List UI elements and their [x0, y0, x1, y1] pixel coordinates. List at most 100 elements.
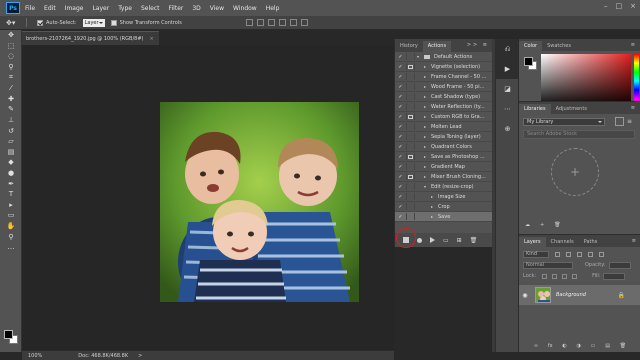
dialog-toggle[interactable] — [406, 133, 415, 140]
align-middle-icon[interactable] — [256, 19, 264, 26]
move-tool-preset-icon[interactable]: ✥▾ — [6, 18, 18, 28]
menu-view[interactable]: View — [210, 5, 224, 12]
cloud-sync-icon[interactable]: ☁ — [525, 222, 530, 228]
shape-tool-icon[interactable]: ▭ — [0, 210, 22, 221]
expand-arrow-icon[interactable]: ▸ — [424, 94, 431, 99]
hue-slider[interactable] — [634, 54, 639, 108]
menu-edit[interactable]: Edit — [44, 5, 56, 12]
dialog-toggle[interactable] — [406, 143, 415, 150]
delete-layer-icon[interactable]: 🗑 — [620, 343, 626, 349]
foreground-background-colors[interactable] — [4, 330, 18, 344]
lock-pixels-icon[interactable] — [552, 273, 558, 279]
action-toggle-check[interactable]: ✓ — [395, 154, 406, 160]
blend-mode-dropdown[interactable]: Normal — [523, 261, 573, 269]
filter-type-icon[interactable] — [577, 251, 582, 257]
history-panel-icon[interactable]: ⎌ — [496, 39, 519, 59]
expand-arrow-icon[interactable]: ▸ — [424, 144, 431, 149]
action-row[interactable]: ✓ ▸ Cast Shadow (type) — [395, 92, 492, 102]
expand-arrow-icon[interactable]: ▸ — [424, 154, 431, 159]
align-left-icon[interactable] — [278, 19, 286, 26]
filter-shape-icon[interactable] — [588, 251, 593, 257]
color-panel-menu-icon[interactable]: ≡ — [631, 42, 637, 48]
panel-foreground-swatch[interactable] — [524, 57, 533, 66]
expand-arrow-icon[interactable]: ▸ — [424, 174, 431, 179]
eraser-tool-icon[interactable]: ▱ — [0, 136, 22, 147]
tab-swatches[interactable]: Swatches — [542, 41, 576, 51]
menu-filter[interactable]: Filter — [169, 5, 184, 12]
action-toggle-check[interactable]: ✓ — [395, 74, 406, 80]
action-row[interactable]: ✓ ▸ Save as Photoshop ... — [395, 152, 492, 162]
menu-file[interactable]: File — [25, 5, 35, 12]
action-row[interactable]: ✓ ▸ Mixer Brush Cloning... — [395, 172, 492, 182]
menu-window[interactable]: Window — [233, 5, 257, 12]
close-document-icon[interactable]: × — [149, 36, 153, 42]
tab-history[interactable]: History — [395, 41, 423, 52]
tab-channels[interactable]: Channels — [546, 237, 579, 247]
pen-tool-icon[interactable]: ✒ — [0, 178, 22, 189]
action-toggle-check[interactable]: ✓ — [395, 164, 406, 170]
dialog-toggle[interactable] — [406, 153, 415, 160]
panel-menu-icon[interactable]: >> ≡ — [467, 42, 489, 48]
new-group-icon[interactable]: ▭ — [591, 343, 596, 349]
dialog-toggle[interactable] — [406, 83, 415, 90]
brush-panel-icon[interactable]: ⋯ — [496, 99, 519, 119]
auto-select-checkbox[interactable] — [37, 19, 43, 26]
dialog-toggle[interactable] — [406, 193, 415, 200]
crop-tool-icon[interactable]: ⌗ — [0, 72, 22, 83]
filter-smart-icon[interactable] — [599, 251, 604, 257]
visibility-eye-icon[interactable]: ◉ — [519, 292, 531, 299]
action-row[interactable]: ✓ ▸ Custom RGB to Gra... — [395, 112, 492, 122]
maximize-button[interactable]: □ — [616, 2, 623, 10]
action-toggle-check[interactable]: ✓ — [395, 94, 406, 100]
add-content-button[interactable]: + — [551, 148, 599, 196]
link-layers-icon[interactable]: ∞ — [534, 343, 538, 349]
expand-arrow-icon[interactable]: ▸ — [424, 114, 431, 119]
layer-kind-dropdown[interactable]: Kind — [523, 250, 549, 258]
menu-type[interactable]: Type — [118, 5, 132, 12]
menu-3d[interactable]: 3D — [192, 5, 200, 12]
expand-arrow-icon[interactable]: ▸ — [424, 134, 431, 139]
action-row[interactable]: ✓ ▸ Save — [395, 212, 492, 222]
dialog-toggle[interactable] — [406, 53, 415, 60]
lock-all-icon[interactable] — [572, 273, 578, 279]
action-row[interactable]: ✓ ▸ Image Size — [395, 192, 492, 202]
tab-paths[interactable]: Paths — [579, 237, 603, 247]
document-photo[interactable] — [160, 102, 359, 302]
layer-mask-icon[interactable]: ◐ — [562, 343, 566, 349]
record-icon[interactable] — [417, 237, 422, 243]
history-brush-tool-icon[interactable]: ↺ — [0, 125, 22, 136]
action-toggle-check[interactable]: ✓ — [395, 124, 406, 130]
hand-tool-icon[interactable]: ✋ — [0, 221, 22, 232]
opacity-field[interactable] — [608, 261, 631, 269]
action-toggle-check[interactable]: ✓ — [395, 194, 406, 200]
tab-layers[interactable]: Layers — [519, 237, 546, 247]
action-row[interactable]: ✓ ▾ Default Actions — [395, 52, 492, 62]
dialog-toggle[interactable] — [406, 113, 415, 120]
gradient-tool-icon[interactable]: ▤ — [0, 147, 22, 158]
grid-view-icon[interactable] — [615, 117, 624, 126]
tab-color[interactable]: Color — [519, 41, 543, 51]
expand-arrow-icon[interactable]: ▸ — [431, 194, 438, 199]
eyedropper-tool-icon[interactable]: ⁄ — [0, 83, 22, 94]
action-row[interactable]: ✓ ▸ Sepia Toning (layer) — [395, 132, 492, 142]
fill-field[interactable] — [603, 272, 626, 280]
layer-name[interactable]: Background — [556, 292, 586, 298]
new-layer-icon[interactable]: ▤ — [605, 343, 610, 349]
align-right-icon[interactable] — [300, 19, 308, 26]
dialog-toggle[interactable] — [406, 93, 415, 100]
expand-arrow-icon[interactable]: ▸ — [424, 164, 431, 169]
tab-adjustments[interactable]: Adjustments — [551, 104, 592, 114]
delete-element-icon[interactable]: 🗑 — [554, 222, 560, 228]
action-toggle-check[interactable]: ✓ — [395, 214, 406, 220]
library-dropdown[interactable]: My Library — [523, 118, 605, 126]
new-set-icon[interactable]: ▭ — [443, 237, 449, 244]
close-window-button[interactable]: × — [630, 2, 636, 10]
action-toggle-check[interactable]: ✓ — [395, 114, 406, 120]
dialog-toggle[interactable] — [406, 73, 415, 80]
action-row[interactable]: ✓ ▸ Molten Lead — [395, 122, 492, 132]
healing-tool-icon[interactable]: ✚ — [0, 94, 22, 105]
expand-arrow-icon[interactable]: ▸ — [424, 84, 431, 89]
adjustment-layer-icon[interactable]: ◑ — [577, 343, 581, 349]
dialog-toggle[interactable] — [406, 183, 415, 190]
path-select-tool-icon[interactable]: ▸ — [0, 200, 22, 211]
